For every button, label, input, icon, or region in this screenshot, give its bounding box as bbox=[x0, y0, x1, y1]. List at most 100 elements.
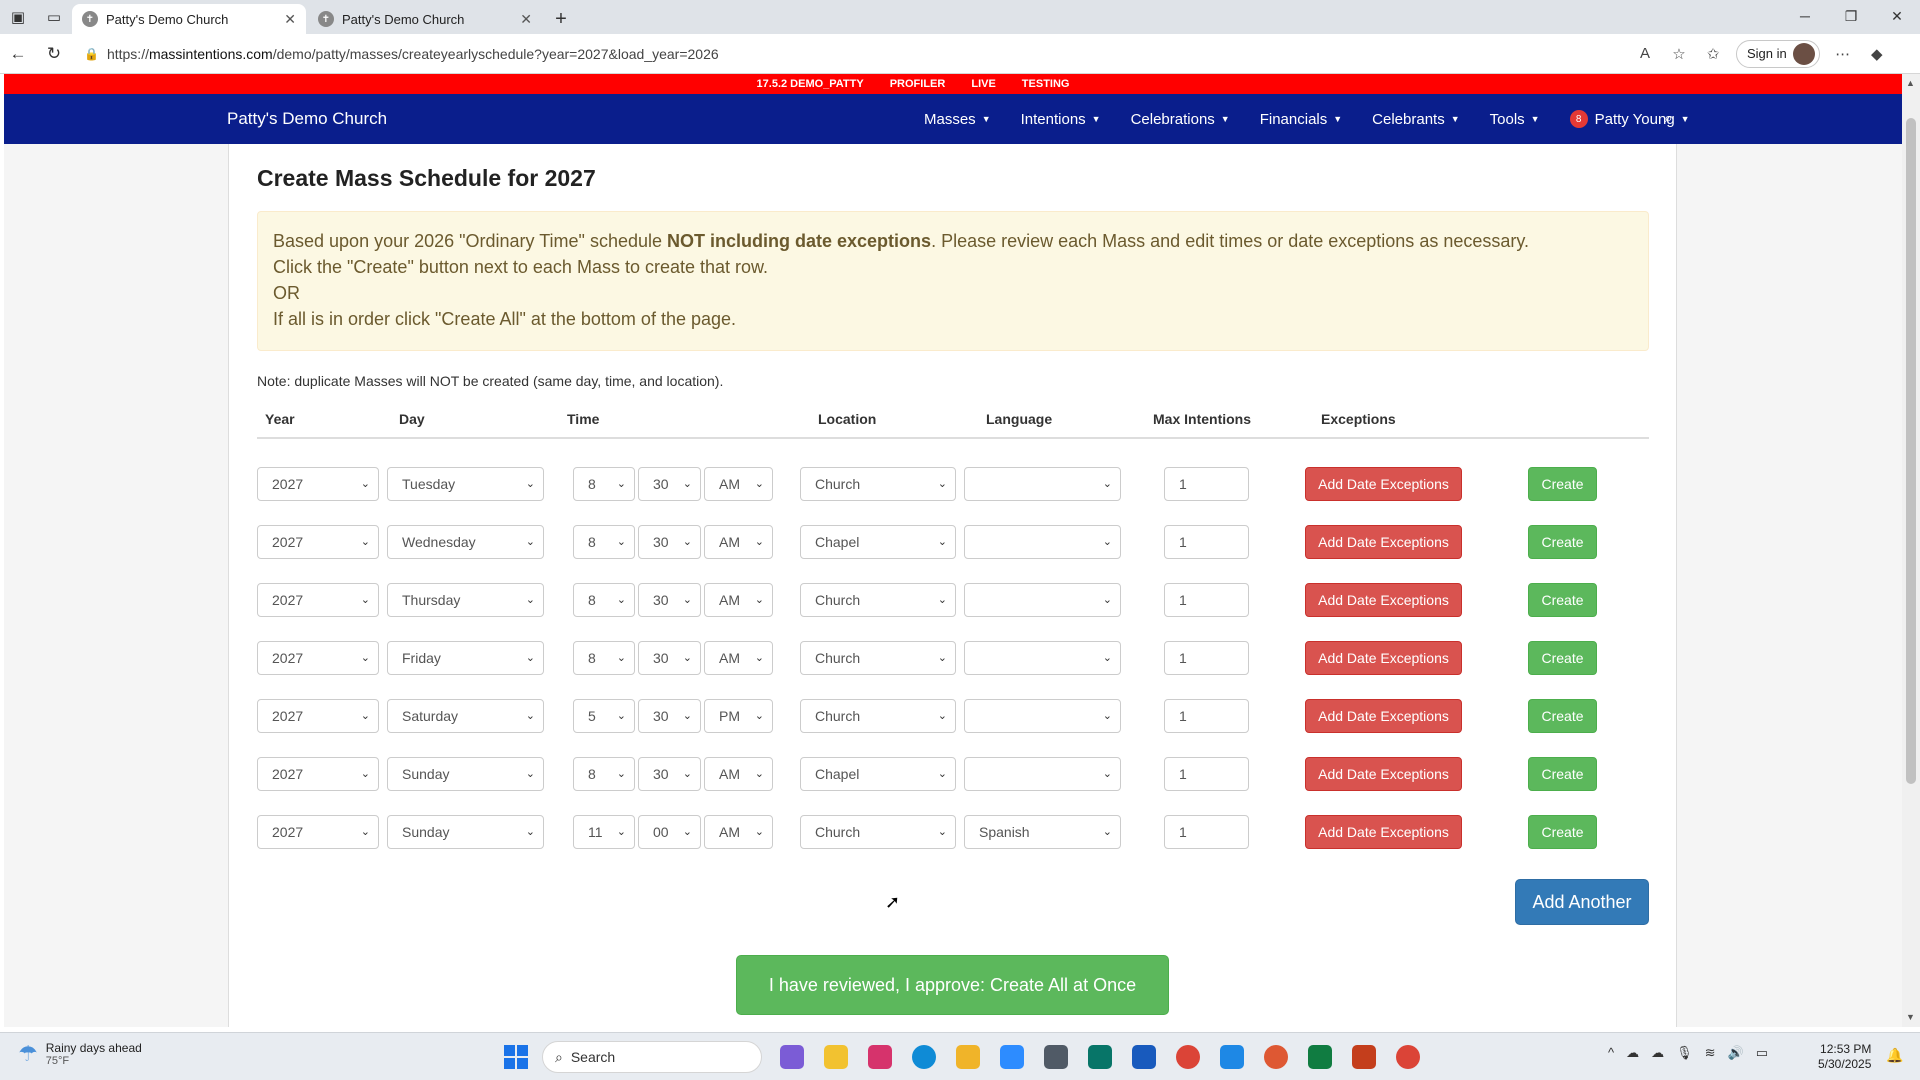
menu-user[interactable]: 8 Patty Young ▼ bbox=[1555, 110, 1705, 128]
year-select[interactable]: 2027 ⌄ bbox=[257, 583, 379, 617]
add-date-exceptions-button[interactable]: Add Date Exceptions bbox=[1305, 583, 1462, 617]
max-intentions-input[interactable]: 1 bbox=[1164, 815, 1249, 849]
minute-select[interactable]: 30 ⌄ bbox=[638, 525, 701, 559]
menu-financials[interactable]: Financials ▼ bbox=[1245, 110, 1357, 128]
language-select[interactable]: ⌄ bbox=[964, 641, 1121, 675]
env-live[interactable]: LIVE bbox=[971, 78, 995, 90]
minute-select[interactable]: 30 ⌄ bbox=[638, 641, 701, 675]
add-date-exceptions-button[interactable]: Add Date Exceptions bbox=[1305, 699, 1462, 733]
hour-select[interactable]: 8 ⌄ bbox=[573, 583, 635, 617]
create-button[interactable]: Create bbox=[1528, 525, 1597, 559]
excel-icon[interactable] bbox=[1298, 1041, 1342, 1073]
minute-select[interactable]: 00 ⌄ bbox=[638, 815, 701, 849]
env-testing[interactable]: TESTING bbox=[1022, 78, 1070, 90]
publisher-icon[interactable] bbox=[1078, 1041, 1122, 1073]
edge-browser-icon[interactable] bbox=[902, 1041, 946, 1073]
scroll-thumb[interactable] bbox=[1906, 118, 1916, 784]
env-profiler[interactable]: PROFILER bbox=[890, 78, 946, 90]
file-explorer-icon[interactable] bbox=[946, 1041, 990, 1073]
year-select[interactable]: 2027 ⌄ bbox=[257, 699, 379, 733]
year-select[interactable]: 2027 ⌄ bbox=[257, 815, 379, 849]
location-select[interactable]: Chapel ⌄ bbox=[800, 757, 956, 791]
powerpoint-icon[interactable] bbox=[1342, 1041, 1386, 1073]
max-intentions-input[interactable]: 1 bbox=[1164, 467, 1249, 501]
max-intentions-input[interactable]: 1 bbox=[1164, 583, 1249, 617]
max-intentions-input[interactable]: 1 bbox=[1164, 641, 1249, 675]
add-date-exceptions-button[interactable]: Add Date Exceptions bbox=[1305, 525, 1462, 559]
ampm-select[interactable]: AM ⌄ bbox=[704, 641, 773, 675]
location-select[interactable]: Church ⌄ bbox=[800, 467, 956, 501]
menu-tools[interactable]: Tools ▼ bbox=[1475, 110, 1555, 128]
day-select[interactable]: Friday ⌄ bbox=[387, 641, 544, 675]
hour-select[interactable]: 5 ⌄ bbox=[573, 699, 635, 733]
hour-select[interactable]: 8 ⌄ bbox=[573, 525, 635, 559]
language-select[interactable]: Spanish ⌄ bbox=[964, 815, 1121, 849]
add-date-exceptions-button[interactable]: Add Date Exceptions bbox=[1305, 757, 1462, 791]
add-date-exceptions-button[interactable]: Add Date Exceptions bbox=[1305, 641, 1462, 675]
hour-select[interactable]: 8 ⌄ bbox=[573, 757, 635, 791]
favorites-icon[interactable]: ✩ bbox=[1696, 45, 1730, 63]
hour-select[interactable]: 11 ⌄ bbox=[573, 815, 635, 849]
language-select[interactable]: ⌄ bbox=[964, 699, 1121, 733]
address-bar[interactable]: 🔒 https://massintentions.com/demo/patty/… bbox=[78, 39, 1618, 69]
menu-celebrants[interactable]: Celebrants ▼ bbox=[1357, 110, 1474, 128]
more-options-icon[interactable]: ⋯ bbox=[1826, 45, 1860, 63]
remote-desktop-icon[interactable] bbox=[1210, 1041, 1254, 1073]
create-button[interactable]: Create bbox=[1528, 467, 1597, 501]
browser-tab-active[interactable]: ✝ Patty's Demo Church ✕ bbox=[72, 4, 306, 34]
hour-select[interactable]: 8 ⌄ bbox=[573, 467, 635, 501]
day-select[interactable]: Sunday ⌄ bbox=[387, 757, 544, 791]
day-select[interactable]: Wednesday ⌄ bbox=[387, 525, 544, 559]
ampm-select[interactable]: AM ⌄ bbox=[704, 467, 773, 501]
chevron-up-icon[interactable]: ^ bbox=[1608, 1045, 1614, 1061]
browser-tab[interactable]: ✝ Patty's Demo Church ✕ bbox=[308, 4, 542, 34]
favorite-star-icon[interactable]: ☆ bbox=[1662, 45, 1696, 63]
add-date-exceptions-button[interactable]: Add Date Exceptions bbox=[1305, 467, 1462, 501]
day-select[interactable]: Sunday ⌄ bbox=[387, 815, 544, 849]
weather-widget[interactable]: ☂ Rainy days ahead 75°F bbox=[18, 1041, 142, 1067]
minute-select[interactable]: 30 ⌄ bbox=[638, 699, 701, 733]
add-another-button[interactable]: Add Another bbox=[1515, 879, 1649, 925]
menu-intentions[interactable]: Intentions ▼ bbox=[1006, 110, 1116, 128]
location-select[interactable]: Church ⌄ bbox=[800, 815, 956, 849]
location-select[interactable]: Church ⌄ bbox=[800, 583, 956, 617]
day-select[interactable]: Thursday ⌄ bbox=[387, 583, 544, 617]
ampm-select[interactable]: AM ⌄ bbox=[704, 815, 773, 849]
brand-link[interactable]: Patty's Demo Church bbox=[227, 109, 387, 129]
max-intentions-input[interactable]: 1 bbox=[1164, 525, 1249, 559]
chrome-icon[interactable] bbox=[1166, 1041, 1210, 1073]
word-icon[interactable] bbox=[1122, 1041, 1166, 1073]
sign-in-button[interactable]: Sign in bbox=[1736, 39, 1820, 68]
menu-celebrations[interactable]: Celebrations ▼ bbox=[1116, 110, 1245, 128]
wifi-icon[interactable]: ≋ bbox=[1705, 1045, 1716, 1061]
search-icon[interactable]: ⌕ bbox=[1664, 110, 1673, 128]
ampm-select[interactable]: PM ⌄ bbox=[704, 699, 773, 733]
close-window-icon[interactable]: ✕ bbox=[1874, 0, 1920, 32]
scroll-down-icon[interactable]: ▼ bbox=[1906, 1012, 1915, 1022]
new-tab-icon[interactable]: + bbox=[544, 4, 578, 34]
location-select[interactable]: Church ⌄ bbox=[800, 699, 956, 733]
workspaces-icon[interactable]: ▣ bbox=[0, 0, 36, 34]
taskbar-search[interactable]: ⌕ Search bbox=[542, 1041, 762, 1073]
language-select[interactable]: ⌄ bbox=[964, 525, 1121, 559]
tab-actions-icon[interactable]: ▭ bbox=[36, 0, 72, 34]
create-all-button[interactable]: I have reviewed, I approve: Create All a… bbox=[736, 955, 1169, 1015]
page-scrollbar[interactable]: ▲ ▼ bbox=[1902, 74, 1920, 1027]
create-button[interactable]: Create bbox=[1528, 815, 1597, 849]
language-select[interactable]: ⌄ bbox=[964, 467, 1121, 501]
ampm-select[interactable]: AM ⌄ bbox=[704, 583, 773, 617]
zoom-app-icon[interactable] bbox=[990, 1041, 1034, 1073]
battery-icon[interactable]: ▭ bbox=[1756, 1045, 1768, 1061]
language-select[interactable]: ⌄ bbox=[964, 583, 1121, 617]
location-select[interactable]: Chapel ⌄ bbox=[800, 525, 956, 559]
day-select[interactable]: Tuesday ⌄ bbox=[387, 467, 544, 501]
create-button[interactable]: Create bbox=[1528, 583, 1597, 617]
read-aloud-icon[interactable]: A bbox=[1628, 45, 1662, 62]
minimize-icon[interactable]: ─ bbox=[1782, 0, 1828, 32]
year-select[interactable]: 2027 ⌄ bbox=[257, 757, 379, 791]
restore-icon[interactable]: ❐ bbox=[1828, 0, 1874, 32]
microphone-icon[interactable]: 🎙 bbox=[1676, 1045, 1693, 1061]
menu-masses[interactable]: Masses ▼ bbox=[909, 110, 1006, 128]
max-intentions-input[interactable]: 1 bbox=[1164, 757, 1249, 791]
back-icon[interactable]: ← bbox=[0, 36, 36, 72]
